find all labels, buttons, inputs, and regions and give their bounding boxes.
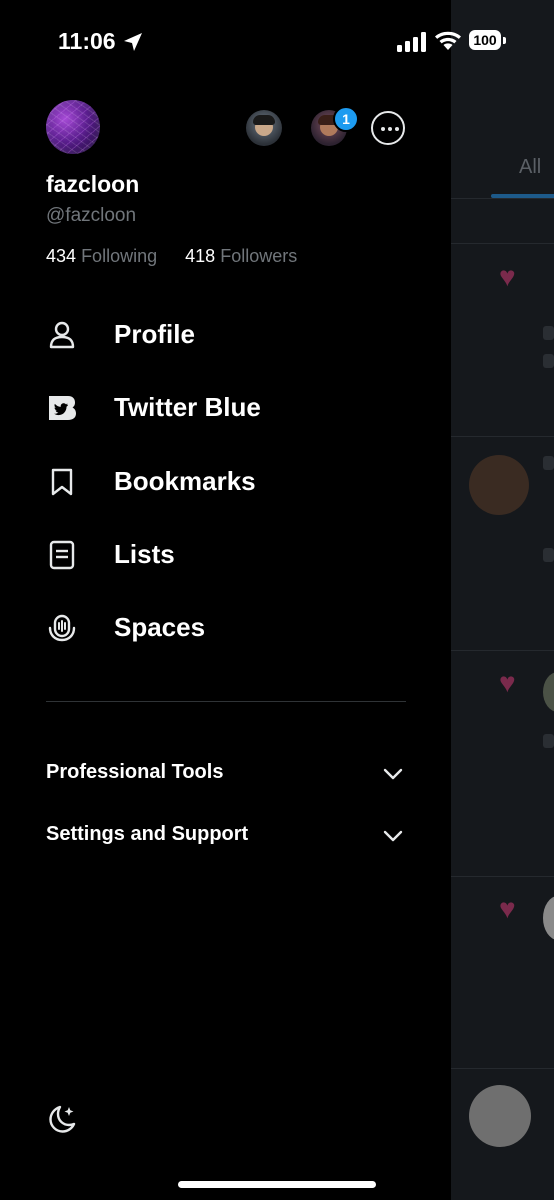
avatar xyxy=(543,896,554,940)
battery-cap xyxy=(503,37,506,44)
following-count: 434 xyxy=(46,246,77,266)
followers-label: Followers xyxy=(220,246,298,266)
location-arrow-icon xyxy=(124,33,142,51)
chevron-down-icon xyxy=(383,830,403,842)
heart-icon: ♥ xyxy=(499,667,516,698)
section-label: Professional Tools xyxy=(46,761,224,783)
divider xyxy=(451,1068,554,1069)
profile-avatar[interactable] xyxy=(46,100,100,154)
menu-label: Twitter Blue xyxy=(114,392,261,422)
avatar xyxy=(543,672,554,712)
moon-icon[interactable] xyxy=(44,1101,80,1137)
display-name[interactable]: fazcloon xyxy=(46,171,139,198)
followers-link[interactable]: 418 Followers xyxy=(185,246,297,266)
timeline-backdrop[interactable]: All ♥ ♥ ♥ xyxy=(451,0,554,1200)
status-time: 11:06 xyxy=(58,28,116,54)
heart-icon: ♥ xyxy=(499,261,516,292)
menu-item-lists[interactable]: Lists xyxy=(44,531,424,579)
menu-item-profile[interactable]: Profile xyxy=(44,311,424,359)
text-fragment xyxy=(543,548,554,562)
settings-and-support-toggle[interactable]: Settings and Support xyxy=(46,817,406,853)
battery-indicator: 100 xyxy=(469,30,507,52)
bookmark-icon xyxy=(51,468,73,496)
menu-label: Lists xyxy=(114,539,175,569)
dot xyxy=(381,127,385,131)
divider xyxy=(451,436,554,437)
divider xyxy=(451,243,554,244)
menu-item-bookmarks[interactable]: Bookmarks xyxy=(44,458,424,506)
home-indicator[interactable] xyxy=(178,1181,376,1188)
navigation-drawer: 1 fazcloon @fazcloon 434 Following 418 F… xyxy=(0,0,451,1200)
follow-stats: 434 Following 418 Followers xyxy=(46,246,297,267)
following-link[interactable]: 434 Following xyxy=(46,246,162,266)
text-fragment xyxy=(543,734,554,748)
dot xyxy=(388,127,392,131)
spaces-icon xyxy=(48,614,76,642)
chevron-down-icon xyxy=(383,768,403,780)
username-handle: @fazcloon xyxy=(46,205,137,226)
followers-count: 418 xyxy=(185,246,216,266)
professional-tools-toggle[interactable]: Professional Tools xyxy=(46,755,406,791)
heart-icon: ♥ xyxy=(499,893,516,924)
menu-label: Spaces xyxy=(114,612,206,642)
wifi-icon xyxy=(435,31,461,50)
section-label: Settings and Support xyxy=(46,823,249,845)
text-fragment xyxy=(543,326,554,340)
notification-badge: 1 xyxy=(333,106,359,132)
avatar xyxy=(469,455,529,515)
tab-all[interactable]: All xyxy=(519,156,541,179)
lists-icon xyxy=(49,540,75,570)
divider xyxy=(451,198,554,199)
divider xyxy=(451,650,554,651)
avatar xyxy=(469,1085,531,1147)
battery-level: 100 xyxy=(469,30,501,50)
status-bar: 11:06 100 xyxy=(0,0,554,84)
divider xyxy=(46,701,406,702)
divider xyxy=(451,876,554,877)
text-fragment xyxy=(543,456,554,470)
switch-account-avatar[interactable] xyxy=(246,110,282,146)
twitter-blue-icon xyxy=(49,396,76,420)
menu-item-twitter-blue[interactable]: Twitter Blue xyxy=(44,384,424,432)
avatar-hair xyxy=(253,115,275,125)
cellular-signal-icon xyxy=(397,32,426,52)
text-fragment xyxy=(543,354,554,368)
following-label: Following xyxy=(81,246,158,266)
menu-item-spaces[interactable]: Spaces xyxy=(44,604,424,652)
menu-label: Bookmarks xyxy=(114,466,256,496)
dot xyxy=(395,127,399,131)
menu-label: Profile xyxy=(114,319,195,349)
person-icon xyxy=(49,321,75,349)
more-options-button[interactable] xyxy=(371,111,405,145)
